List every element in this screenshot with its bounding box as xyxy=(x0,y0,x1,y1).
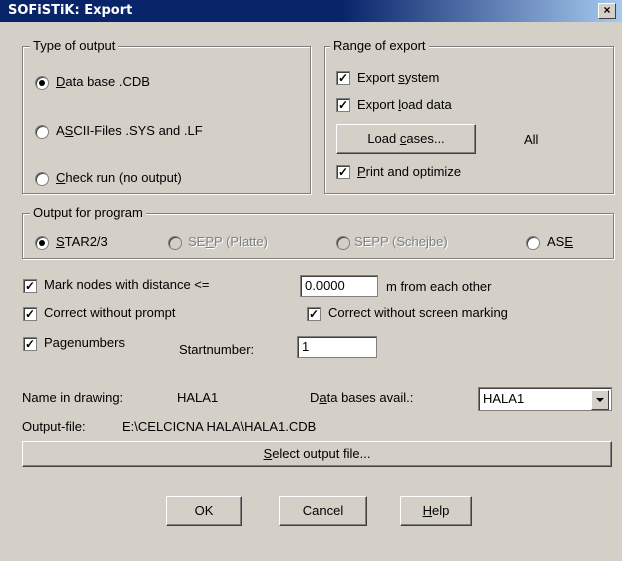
distance-suffix: m from each other xyxy=(386,279,492,294)
mark-nodes-label[interactable]: Mark nodes with distance <= xyxy=(44,277,209,292)
radio-ascii-files-label[interactable]: ASCII-Files .SYS and .LF xyxy=(56,123,203,138)
radio-sepp-schejbe[interactable] xyxy=(336,236,350,250)
load-cases-value: All xyxy=(524,132,539,147)
data-bases-dropdown-button[interactable] xyxy=(591,390,609,410)
distance-input[interactable]: 0.0000 xyxy=(300,275,378,297)
print-optimize-label[interactable]: Print and optimize xyxy=(357,164,461,179)
output-for-program-legend: Output for program xyxy=(30,205,146,220)
export-load-label[interactable]: Export load data xyxy=(357,97,452,112)
radio-ase-label[interactable]: ASE xyxy=(547,234,573,249)
ok-button[interactable]: OK xyxy=(166,496,242,526)
close-button[interactable]: × xyxy=(598,3,616,19)
radio-ase[interactable] xyxy=(526,236,540,250)
correct-without-prompt-label[interactable]: Correct without prompt xyxy=(44,305,176,320)
radio-check-run[interactable] xyxy=(35,172,49,186)
mark-nodes-checkbox[interactable]: ✓ xyxy=(23,279,37,293)
select-output-file-button[interactable]: Select output file... xyxy=(22,441,612,467)
output-file-label: Output-file: xyxy=(22,419,86,434)
radio-sepp-platte[interactable] xyxy=(168,236,182,250)
export-load-checkbox[interactable]: ✓ xyxy=(336,98,350,112)
data-bases-select[interactable]: HALA1 xyxy=(478,387,612,411)
close-icon: × xyxy=(603,3,611,17)
print-optimize-checkbox[interactable]: ✓ xyxy=(336,165,350,179)
startnumber-label: Startnumber: xyxy=(179,342,255,357)
name-in-drawing-value: HALA1 xyxy=(177,390,219,405)
data-bases-selected-value: HALA1 xyxy=(483,391,525,406)
chevron-down-icon xyxy=(596,398,604,402)
pagenumbers-checkbox[interactable]: ✓ xyxy=(23,337,37,351)
startnumber-input[interactable]: 1 xyxy=(297,336,377,358)
help-button[interactable]: Help xyxy=(400,496,472,526)
radio-database-cdb-label[interactable]: Data base .CDB xyxy=(56,74,150,89)
data-bases-label: Data bases avail.: xyxy=(310,390,414,405)
window-title: SOFiSTiK: Export xyxy=(8,3,133,18)
correct-without-marking-checkbox[interactable]: ✓ xyxy=(307,307,321,321)
export-system-label[interactable]: Export system xyxy=(357,70,439,85)
type-of-output-legend: Type of output xyxy=(30,38,119,53)
radio-sepp-platte-label[interactable]: SEPP (Platte) xyxy=(188,234,268,249)
correct-without-prompt-checkbox[interactable]: ✓ xyxy=(23,307,37,321)
output-file-path: E:\CELCICNA HALA\HALA1.CDB xyxy=(122,419,317,434)
cancel-button[interactable]: Cancel xyxy=(279,496,367,526)
radio-check-run-label[interactable]: Check run (no output) xyxy=(56,170,182,185)
radio-ascii-files[interactable] xyxy=(35,125,49,139)
radio-star2-3[interactable] xyxy=(35,236,49,250)
correct-without-marking-label[interactable]: Correct without screen marking xyxy=(328,305,508,320)
load-cases-button[interactable]: Load cases... xyxy=(336,124,476,154)
range-of-export-legend: Range of export xyxy=(330,38,429,53)
radio-star2-3-label[interactable]: STAR2/3 xyxy=(56,234,108,249)
pagenumbers-label[interactable]: Pagenumbers xyxy=(44,335,125,350)
export-system-checkbox[interactable]: ✓ xyxy=(336,71,350,85)
name-in-drawing-label: Name in drawing: xyxy=(22,390,124,405)
radio-database-cdb[interactable] xyxy=(35,76,49,90)
radio-sepp-schejbe-label[interactable]: SEPP (Schejbe) xyxy=(354,234,448,249)
